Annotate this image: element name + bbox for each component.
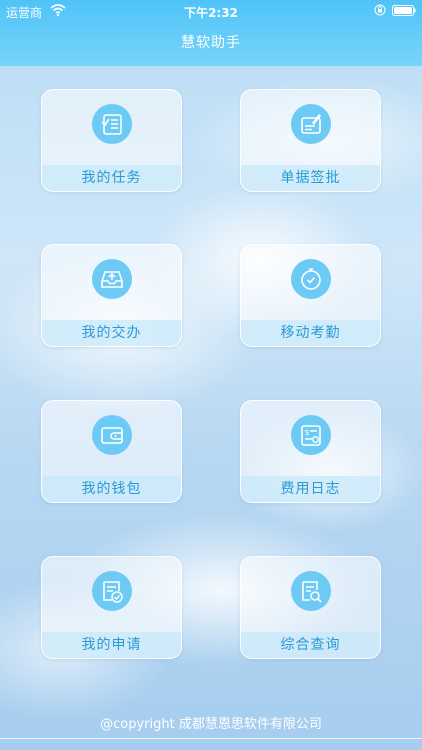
search-document-icon [291,571,331,611]
clock-check-icon [291,259,331,299]
application-check-icon [92,571,132,611]
tile-label: 综合查询 [241,632,380,658]
tile-label: 单据签批 [241,165,380,191]
svg-text:$: $ [305,428,310,437]
task-list-icon [92,104,132,144]
tile-mobile-attendance[interactable]: 移动考勤 [240,244,381,347]
status-time: 下午2:32 [184,6,238,20]
tile-label: 我的交办 [42,320,181,346]
tile-my-wallet[interactable]: 我的钱包 [41,400,182,503]
tile-document-approval[interactable]: 单据签批 [240,89,381,192]
tile-label: 我的任务 [42,165,181,191]
tile-label: 费用日志 [241,476,380,502]
tile-label: 我的申请 [42,632,181,658]
inbox-upload-icon [92,259,132,299]
tile-expense-log[interactable]: $ 费用日志 [240,400,381,503]
tile-label: 我的钱包 [42,476,181,502]
tile-my-applications[interactable]: 我的申请 [41,556,182,659]
tile-label: 移动考勤 [241,320,380,346]
expense-log-icon: $ [291,415,331,455]
status-bar: 运营商 下午2:32 [0,0,422,22]
rotation-lock-icon [374,4,386,16]
battery-icon [392,5,416,16]
wallet-icon [92,415,132,455]
document-sign-icon [291,104,331,144]
tile-general-query[interactable]: 综合查询 [240,556,381,659]
page-title: 慧软助手 [181,35,241,51]
tile-my-tasks[interactable]: 我的任务 [41,89,182,192]
tile-my-assignments[interactable]: 我的交办 [41,244,182,347]
footer-divider [0,738,422,739]
copyright-footer: @copyright 成都慧恩思软件有限公司 [100,717,322,732]
app-header: 运营商 下午2:32 慧软助手 [0,0,422,66]
